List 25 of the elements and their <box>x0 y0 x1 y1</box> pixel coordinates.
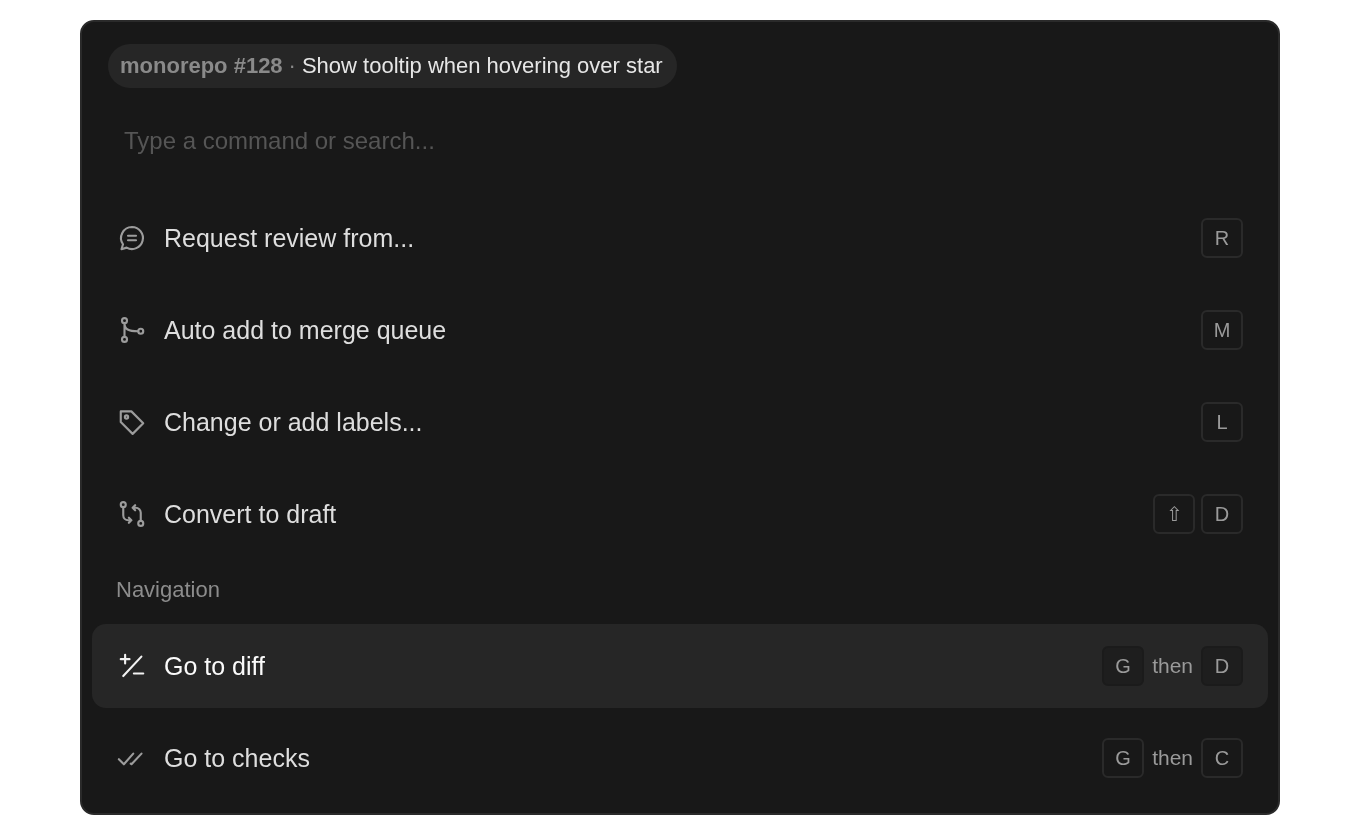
tag-icon <box>117 407 147 437</box>
key-cap: M <box>1201 310 1243 350</box>
command-item[interactable]: Go to diff G then D <box>92 624 1268 708</box>
command-item[interactable]: Auto add to merge queue M <box>92 288 1268 372</box>
chat-bubble-icon <box>117 223 147 253</box>
key-cap: ⇧ <box>1153 494 1195 534</box>
shortcut-text: then <box>1151 746 1194 770</box>
repo-name: monorepo #128 <box>120 53 283 79</box>
command-item[interactable]: Go to checks G then C <box>92 716 1268 800</box>
branch-arrows-icon <box>117 499 147 529</box>
shortcut-text: then <box>1151 654 1194 678</box>
key-cap: G <box>1102 646 1145 686</box>
command-item[interactable]: Request review from... R <box>92 196 1268 280</box>
key-cap: R <box>1201 218 1243 258</box>
key-cap: D <box>1201 494 1243 534</box>
command-item[interactable]: Convert to draft ⇧ D <box>92 472 1268 556</box>
separator-dot: · <box>288 53 296 79</box>
section-heading: Navigation <box>115 576 221 604</box>
key-cap: L <box>1201 402 1243 442</box>
pull-request-title: Show tooltip when hovering over star <box>301 53 663 79</box>
command-item[interactable]: Change or add labels... L <box>92 380 1268 464</box>
search-field[interactable]: Type a command or search... <box>108 100 1252 182</box>
key-cap: G <box>1102 738 1145 778</box>
key-cap: C <box>1201 738 1243 778</box>
key-cap: D <box>1201 646 1243 686</box>
